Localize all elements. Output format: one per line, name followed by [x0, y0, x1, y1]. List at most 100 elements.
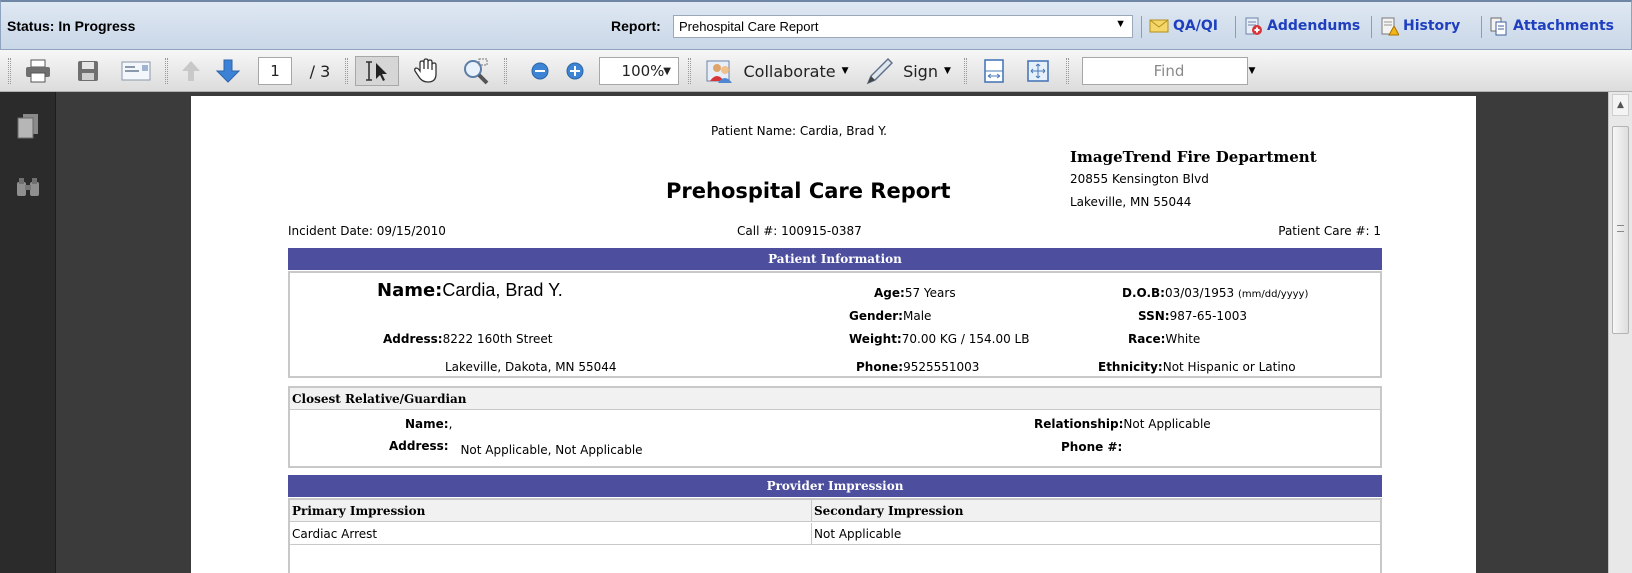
- find-placeholder: Find: [1153, 62, 1185, 80]
- zoom-in-icon: [566, 62, 584, 80]
- divider: [1481, 16, 1482, 38]
- chevron-down-icon: ▼: [1115, 18, 1126, 30]
- primary-impression-header: Primary Impression: [290, 500, 812, 522]
- attachments-link[interactable]: Attachments: [1489, 16, 1614, 36]
- arrow-down-icon: [215, 59, 241, 83]
- report-select-value: Prehospital Care Report: [679, 19, 819, 34]
- next-page-button[interactable]: [212, 57, 244, 85]
- status-text: Status: In Progress: [7, 18, 136, 34]
- print-button[interactable]: [20, 57, 56, 85]
- collaborate-label: Collaborate: [743, 61, 836, 81]
- department-address-line1: 20855 Kensington Blvd: [1070, 172, 1209, 186]
- fit-page-button[interactable]: [1022, 57, 1054, 85]
- ssn-value: 987-65-1003: [1169, 309, 1247, 323]
- fit-width-button[interactable]: [978, 57, 1010, 85]
- department-address-line2: Lakeville, MN 55044: [1070, 195, 1192, 209]
- report-select[interactable]: Prehospital Care Report ▼: [673, 15, 1133, 38]
- pdf-toolbar: 1 / 3 100% ▼ Collaborate ▼ Sign ▼ Find ▼: [0, 50, 1632, 92]
- find-options-dropdown[interactable]: ▼: [1244, 57, 1260, 85]
- status-bar: Status: In Progress Report: Prehospital …: [0, 0, 1632, 50]
- patient-information-header: Patient Information: [288, 248, 1382, 270]
- addendums-label: Addendums: [1267, 18, 1361, 34]
- envelope-icon: [1149, 19, 1169, 33]
- race-label: Race:: [1128, 332, 1166, 346]
- fit-width-icon: [984, 59, 1004, 83]
- find-panel-button[interactable]: [15, 176, 41, 202]
- marquee-zoom-button[interactable]: [458, 57, 494, 85]
- email-button[interactable]: [116, 57, 156, 85]
- ethnicity-row: Ethnicity:Not Hispanic or Latino: [1098, 360, 1296, 374]
- weight-row: Weight:70.00 KG / 154.00 LB: [849, 332, 1029, 346]
- ethnicity-label: Ethnicity:: [1098, 360, 1163, 374]
- pages-panel-button[interactable]: [16, 112, 40, 144]
- toolbar-separator: [165, 58, 168, 84]
- secondary-impression-value: Not Applicable: [812, 523, 1380, 545]
- select-tool-button[interactable]: [355, 56, 399, 86]
- relative-section-header: Closest Relative/Guardian: [290, 388, 1380, 410]
- collaborate-button[interactable]: Collaborate ▼: [702, 57, 852, 85]
- department-name: ImageTrend Fire Department: [1070, 148, 1317, 166]
- scrollbar-thumb[interactable]: [1612, 126, 1629, 334]
- address-line1: 8222 160th Street: [442, 332, 553, 346]
- zoom-out-button[interactable]: [528, 57, 552, 85]
- attachment-documents-icon: [1490, 17, 1507, 36]
- ssn-row: SSN:987-65-1003: [1138, 309, 1247, 323]
- chevron-down-icon: ▼: [841, 66, 849, 76]
- document-add-icon: [1245, 17, 1262, 35]
- dob-row: D.O.B:03/03/1953 (mm/dd/yyyy): [1122, 286, 1308, 300]
- relative-name-label: Name:: [405, 417, 449, 431]
- addendums-link[interactable]: Addendums: [1243, 16, 1360, 36]
- toolbar-separator: [345, 58, 348, 84]
- divider: [1235, 16, 1236, 38]
- phone-value: 9525551003: [903, 360, 980, 374]
- incident-date: Incident Date: 09/15/2010: [288, 224, 446, 238]
- divider: [1141, 16, 1142, 38]
- page-number-input[interactable]: 1: [258, 57, 292, 85]
- relative-address-row: Address: Not Applicable, Not Applicable: [389, 439, 643, 457]
- toolbar-grip: [8, 58, 11, 84]
- chevron-down-icon: ▼: [663, 65, 671, 77]
- sign-button[interactable]: Sign ▼: [858, 57, 958, 85]
- pages-icon: [17, 114, 38, 139]
- relationship-label: Relationship:: [1034, 417, 1124, 431]
- find-input[interactable]: Find: [1082, 57, 1248, 85]
- relationship-row: Relationship:Not Applicable: [1034, 417, 1211, 431]
- history-document-icon: [1381, 17, 1399, 36]
- relative-name-value: ,: [448, 417, 453, 431]
- scroll-up-button[interactable]: ▲: [1612, 94, 1629, 116]
- zoom-level-value: 100%: [621, 62, 665, 80]
- report-title: Prehospital Care Report: [666, 179, 951, 203]
- dob-label: D.O.B:: [1122, 286, 1165, 300]
- collaborate-people-icon: [706, 60, 733, 83]
- zoom-level-select[interactable]: 100% ▼: [599, 57, 679, 85]
- toolbar-separator: [964, 58, 967, 84]
- patient-name-label: Name:: [377, 280, 443, 301]
- zoom-out-icon: [531, 62, 549, 80]
- save-button[interactable]: [70, 57, 106, 85]
- phone-row: Phone:9525551003: [856, 360, 979, 374]
- age-row: Age:57 Years: [874, 286, 956, 300]
- sign-label: Sign: [903, 61, 938, 81]
- gender-row: Gender:Male: [849, 309, 931, 323]
- previous-page-button[interactable]: [176, 57, 206, 85]
- qa-qi-link[interactable]: QA/QI: [1149, 16, 1218, 36]
- arrow-up-icon: [182, 61, 200, 81]
- hand-tool-button[interactable]: [408, 57, 444, 85]
- toolbar-separator: [504, 58, 507, 84]
- gender-value: Male: [902, 309, 932, 323]
- primary-impression-value: Cardiac Arrest: [290, 523, 812, 545]
- chevron-down-icon: ▼: [943, 66, 951, 76]
- zoom-in-button[interactable]: [563, 57, 587, 85]
- text-select-cursor-icon: [366, 61, 387, 81]
- page-total: / 3: [309, 61, 331, 81]
- email-card-icon: [121, 61, 151, 81]
- qa-qi-label: QA/QI: [1173, 18, 1218, 34]
- vertical-scrollbar[interactable]: ▲: [1608, 92, 1632, 573]
- floppy-disk-icon: [78, 61, 98, 81]
- patient-name-header: Patient Name: Cardia, Brad Y.: [711, 124, 887, 138]
- history-link[interactable]: History: [1379, 16, 1460, 36]
- scrollbar-grip-icon: [1617, 225, 1624, 232]
- fit-page-icon: [1027, 60, 1049, 82]
- patient-address-row: Address:8222 160th Street: [383, 332, 552, 346]
- report-page: Patient Name: Cardia, Brad Y. ImageTrend…: [191, 96, 1476, 573]
